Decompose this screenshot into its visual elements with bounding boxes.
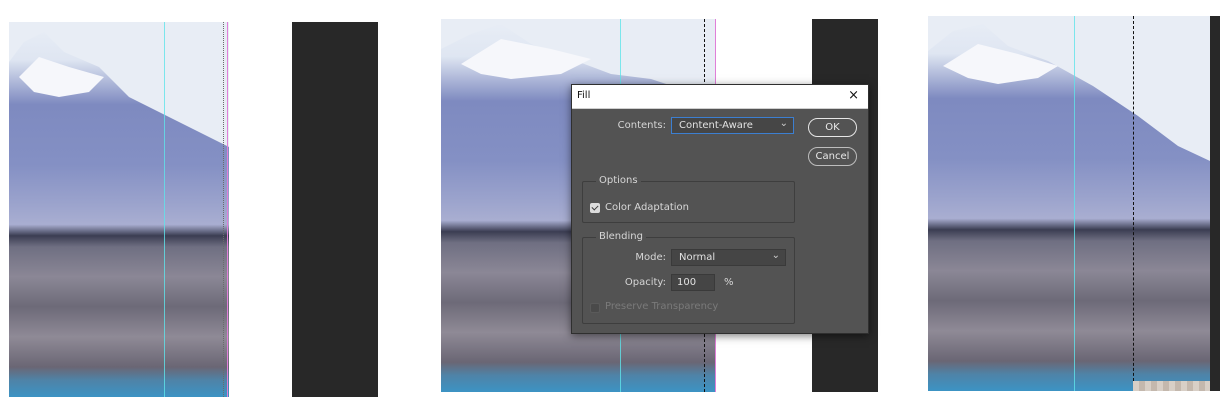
close-icon[interactable]: × (848, 88, 859, 103)
opacity-input[interactable]: 100 (671, 274, 715, 291)
contents-select[interactable]: Content-Aware ⌄ (671, 117, 794, 134)
dialog-title: Fill (577, 90, 591, 101)
mountain-graphic (928, 16, 1210, 161)
cancel-button[interactable]: Cancel (808, 147, 857, 166)
color-adaptation-checkbox[interactable] (590, 203, 600, 213)
color-adaptation-label[interactable]: Color Adaptation (605, 202, 689, 213)
contents-value: Content-Aware (679, 120, 753, 131)
mode-label: Mode: (635, 252, 666, 263)
ok-button[interactable]: OK (808, 118, 857, 137)
mode-select[interactable]: Normal ⌄ (671, 249, 786, 266)
guide-line-cyan (1074, 16, 1075, 391)
mode-value: Normal (679, 252, 716, 263)
opacity-unit: % (724, 277, 734, 288)
image-panel-original (9, 22, 229, 397)
contents-label: Contents: (617, 120, 666, 131)
chevron-down-icon: ⌄ (779, 118, 788, 129)
image-panel-filled (928, 16, 1210, 391)
dark-edge (1210, 16, 1220, 391)
guide-line-magenta (227, 22, 228, 397)
dark-bar-1 (292, 22, 378, 397)
opacity-label: Opacity: (624, 277, 666, 288)
options-group-title: Options (596, 175, 641, 186)
transparency-checker (1133, 381, 1210, 391)
preserve-transparency-label: Preserve Transparency (605, 301, 719, 312)
dialog-titlebar: Fill × (572, 85, 868, 109)
fill-dialog: Fill × Contents: Content-Aware ⌄ OK Canc… (571, 84, 869, 334)
chevron-down-icon: ⌄ (771, 250, 780, 261)
preserve-transparency-checkbox[interactable] (590, 303, 600, 313)
selection-marquee-edge (1133, 16, 1134, 391)
blending-group-title: Blending (596, 231, 646, 242)
mountain-graphic (9, 22, 229, 147)
selection-edge (223, 22, 224, 397)
guide-line-cyan (164, 22, 165, 397)
